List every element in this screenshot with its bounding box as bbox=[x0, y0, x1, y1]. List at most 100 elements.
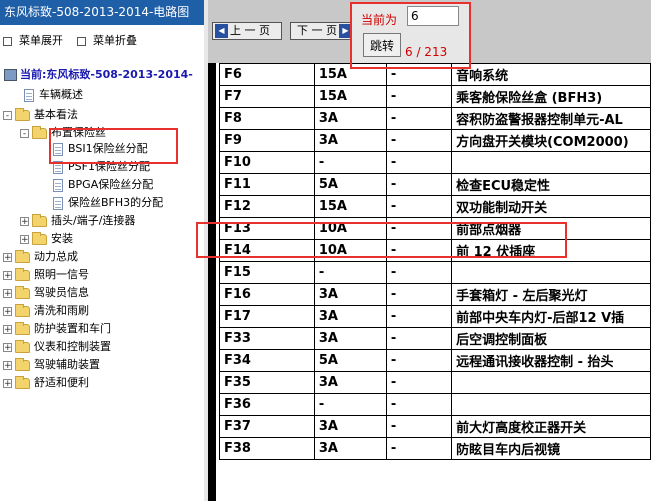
table-row: F34 5A - 远程通讯接收器控制 - 抬头 bbox=[219, 349, 651, 372]
document-viewer[interactable]: F6 15A - 音响系统 F7 15A - 乘客舱保险丝盒 (BFH3) F8 3A - 容积防盗警… bbox=[208, 63, 651, 501]
fuse-note: - bbox=[385, 217, 453, 240]
page-number-input[interactable] bbox=[407, 6, 459, 26]
fuse-description: 后空调控制面板 bbox=[451, 327, 651, 350]
jump-button[interactable]: 跳转 bbox=[363, 33, 401, 57]
expand-toggle-icon[interactable]: + bbox=[3, 306, 12, 316]
menu-actions: 菜单展开 菜单折叠 bbox=[0, 32, 204, 50]
fuse-note: - bbox=[385, 393, 453, 416]
tree-item[interactable]: 保险丝BFH3的分配 bbox=[53, 194, 163, 211]
table-row: F17 3A - 前部中央车内灯-后部12 V插 bbox=[219, 305, 651, 328]
tree-item[interactable]: PSF1保险丝分配 bbox=[53, 158, 150, 175]
tree-item-label: 布置保险丝 bbox=[51, 126, 106, 139]
tree-item[interactable]: + 照明一信号 bbox=[3, 266, 89, 283]
fuse-id: F15 bbox=[219, 261, 315, 284]
table-row: F35 3A - bbox=[219, 371, 651, 394]
expand-toggle-icon[interactable]: + bbox=[20, 216, 29, 226]
tree-item[interactable]: BPGA保险丝分配 bbox=[53, 176, 153, 193]
tree-item-label: BPGA保险丝分配 bbox=[68, 178, 154, 191]
tree-item-label: 保险丝BFH3的分配 bbox=[68, 196, 164, 209]
expand-toggle-icon[interactable]: + bbox=[3, 252, 12, 262]
fuse-rating: 10A bbox=[313, 239, 387, 262]
folder-icon bbox=[15, 375, 30, 389]
tree-item-label: 当前:东风标致-508-2013-2014- bbox=[20, 68, 193, 81]
fuse-note: - bbox=[385, 129, 453, 152]
expand-all-label: 菜单展开 bbox=[19, 34, 63, 47]
fuse-rating: 15A bbox=[313, 85, 387, 108]
tree-item[interactable]: + 舒适和便利 bbox=[3, 374, 89, 391]
tree-item-label: 安装 bbox=[51, 232, 73, 245]
fuse-rating: 3A bbox=[313, 415, 387, 438]
collapse-toggle-icon[interactable]: - bbox=[3, 110, 12, 120]
prev-page-button[interactable]: ◀ 上 一 页 bbox=[212, 22, 282, 40]
fuse-description bbox=[451, 371, 651, 394]
fuse-description: 前 12 伏插座 bbox=[451, 239, 651, 262]
square-icon bbox=[77, 36, 86, 46]
expand-toggle-icon[interactable]: + bbox=[3, 360, 12, 370]
table-row: F9 3A - 方向盘开关模块(COM2000) bbox=[219, 129, 651, 152]
collapse-all-button[interactable]: 菜单折叠 bbox=[77, 32, 137, 50]
tree-item[interactable]: 当前:东风标致-508-2013-2014- bbox=[4, 66, 193, 83]
tree-item[interactable]: + 清洗和雨刷 bbox=[3, 302, 89, 319]
fuse-id: F10 bbox=[219, 151, 315, 174]
expand-toggle-icon[interactable]: + bbox=[3, 288, 12, 298]
tree-item[interactable]: + 驾驶员信息 bbox=[3, 284, 89, 301]
fuse-description: 远程通讯接收器控制 - 抬头 bbox=[451, 349, 651, 372]
fuse-note: - bbox=[385, 195, 453, 218]
folder-icon bbox=[15, 267, 30, 281]
expand-toggle-icon[interactable]: + bbox=[3, 342, 12, 352]
document-icon bbox=[53, 196, 63, 210]
folder-icon bbox=[32, 231, 47, 245]
tree-item-label: 舒适和便利 bbox=[34, 376, 89, 389]
fuse-id: F12 bbox=[219, 195, 315, 218]
fuse-description: 检查ECU稳定性 bbox=[451, 173, 651, 196]
tree-item[interactable]: BSI1保险丝分配 bbox=[53, 140, 148, 157]
fuse-rating: 3A bbox=[313, 129, 387, 152]
fuse-note: - bbox=[385, 305, 453, 328]
expand-toggle-icon[interactable]: + bbox=[3, 378, 12, 388]
fuse-rating: 3A bbox=[313, 107, 387, 130]
fuse-rating: 3A bbox=[313, 305, 387, 328]
panel-title: 东风标致-508-2013-2014-电路图 bbox=[0, 0, 204, 25]
tree-item[interactable]: 车辆概述 bbox=[24, 86, 83, 103]
fuse-note: - bbox=[385, 239, 453, 262]
expand-toggle-icon[interactable]: + bbox=[3, 270, 12, 280]
fuse-rating: 3A bbox=[313, 327, 387, 350]
tree-item[interactable]: + 驾驶辅助装置 bbox=[3, 356, 100, 373]
expand-toggle-icon[interactable]: + bbox=[3, 324, 12, 334]
collapse-toggle-icon[interactable]: - bbox=[20, 128, 29, 138]
expand-toggle-icon[interactable]: + bbox=[20, 234, 29, 244]
tree-item[interactable]: + 防护装置和车门 bbox=[3, 320, 111, 337]
tree-item[interactable]: + 安装 bbox=[20, 230, 73, 247]
document-icon bbox=[53, 178, 63, 192]
fuse-rating: 3A bbox=[313, 371, 387, 394]
computer-icon bbox=[4, 69, 17, 81]
folder-icon bbox=[15, 249, 30, 263]
fuse-note: - bbox=[385, 437, 453, 460]
folder-icon bbox=[32, 125, 47, 139]
collapse-all-label: 菜单折叠 bbox=[93, 34, 137, 47]
next-page-button[interactable]: 下 一 页 ▶ bbox=[290, 22, 356, 40]
tree-item[interactable]: + 仪表和控制装置 bbox=[3, 338, 111, 355]
table-row: F11 5A - 检查ECU稳定性 bbox=[219, 173, 651, 196]
table-row: F13 10A - 前部点烟器 bbox=[219, 217, 651, 240]
tree-item[interactable]: + 插头/端子/连接器 bbox=[20, 212, 135, 229]
prev-page-label: 上 一 页 bbox=[230, 24, 270, 37]
fuse-table: F6 15A - 音响系统 F7 15A - 乘客舱保险丝盒 (BFH3) F8 3A - 容积防盗警… bbox=[219, 63, 651, 460]
expand-all-button[interactable]: 菜单展开 bbox=[3, 32, 63, 50]
fuse-rating: 3A bbox=[313, 283, 387, 306]
tree-item-label: 车辆概述 bbox=[39, 88, 83, 101]
fuse-description: 前部中央车内灯-后部12 V插 bbox=[451, 305, 651, 328]
folder-icon bbox=[32, 213, 47, 227]
fuse-id: F36 bbox=[219, 393, 315, 416]
fuse-id: F16 bbox=[219, 283, 315, 306]
fuse-id: F11 bbox=[219, 173, 315, 196]
tree-item[interactable]: - 布置保险丝 bbox=[20, 124, 106, 141]
fuse-description: 手套箱灯 - 左后聚光灯 bbox=[451, 283, 651, 306]
fuse-note: - bbox=[385, 283, 453, 306]
fuse-note: - bbox=[385, 63, 453, 86]
tree-item[interactable]: - 基本看法 bbox=[3, 106, 78, 123]
folder-icon bbox=[15, 339, 30, 353]
tree-item[interactable]: + 动力总成 bbox=[3, 248, 78, 265]
tree-item-label: 防护装置和车门 bbox=[34, 322, 111, 335]
fuse-description: 音响系统 bbox=[451, 63, 651, 86]
